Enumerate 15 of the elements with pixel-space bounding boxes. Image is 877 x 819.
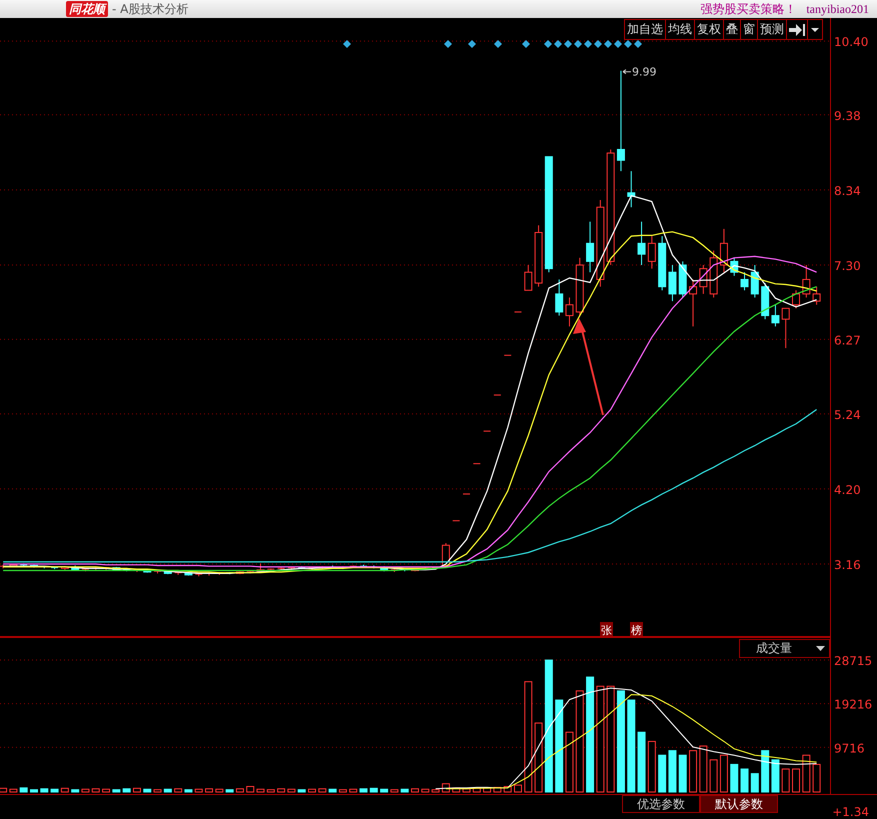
volume-axis-label: 28715 [834,654,872,668]
price-axis-label: 3.16 [834,558,861,572]
price-axis-label: 5.24 [834,408,861,422]
window-title: - A股技术分析 [112,1,188,18]
volume-axis-label: 9716 [834,741,865,756]
volume-axis-label: 19216 [834,698,872,712]
price-axis-label: 10.40 [834,35,868,50]
user-name: tanyibiao201 [806,1,869,18]
price-axis-label: 9.38 [834,108,861,123]
price-axis-label: 7.30 [834,259,861,274]
price-axis-label: 8.34 [834,184,861,198]
change-value: +1.34 [832,805,869,819]
app-logo: 同花顺 [66,1,108,17]
price-axis-label: 4.20 [834,482,861,497]
price-axis-label: 6.27 [834,333,861,348]
